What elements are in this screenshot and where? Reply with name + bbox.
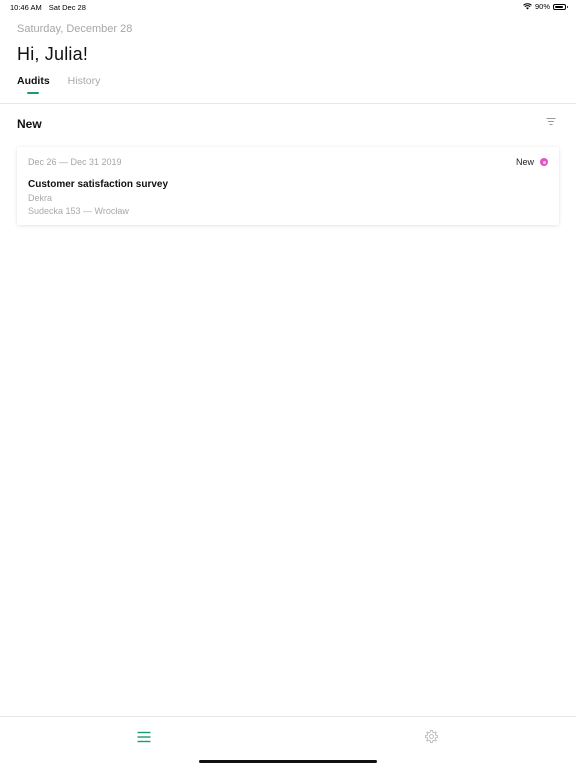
header-date: Saturday, December 28 <box>17 23 133 35</box>
audit-address: Sudecka 153 — Wrocław <box>28 206 129 216</box>
audit-card[interactable]: Dec 26 — Dec 31 2019 New Customer satisf… <box>17 147 559 225</box>
battery-tip <box>566 6 568 8</box>
home-indicator[interactable] <box>199 760 377 763</box>
battery-icon <box>553 3 568 10</box>
filter-icon[interactable] <box>546 117 556 126</box>
status-dot-icon <box>540 158 548 166</box>
tab-history[interactable]: History <box>68 75 101 97</box>
status-date: Sat Dec 28 <box>48 3 86 12</box>
battery-fill <box>555 5 563 8</box>
status-bar: 10:46 AM Sat Dec 28 90% <box>0 0 576 14</box>
gear-icon[interactable] <box>424 729 439 744</box>
status-right: 90% <box>523 2 568 11</box>
audit-title: Customer satisfaction survey <box>28 179 169 190</box>
header-divider <box>0 103 576 104</box>
audit-company: Dekra <box>28 193 53 203</box>
active-tab-indicator <box>27 92 39 94</box>
status-time: 10:46 AM <box>10 3 42 12</box>
status-left: 10:46 AM Sat Dec 28 <box>10 3 86 12</box>
greeting-title: Hi, Julia! <box>17 44 89 64</box>
battery-percent: 90% <box>534 2 550 11</box>
wifi-icon <box>523 3 532 10</box>
bottom-nav-bar <box>0 716 576 769</box>
list-icon[interactable] <box>137 731 151 743</box>
audit-date-range: Dec 26 — Dec 31 2019 <box>28 157 122 167</box>
audit-status-label: New <box>515 157 534 167</box>
section-title: New <box>17 117 42 131</box>
audit-status: New <box>516 157 548 167</box>
